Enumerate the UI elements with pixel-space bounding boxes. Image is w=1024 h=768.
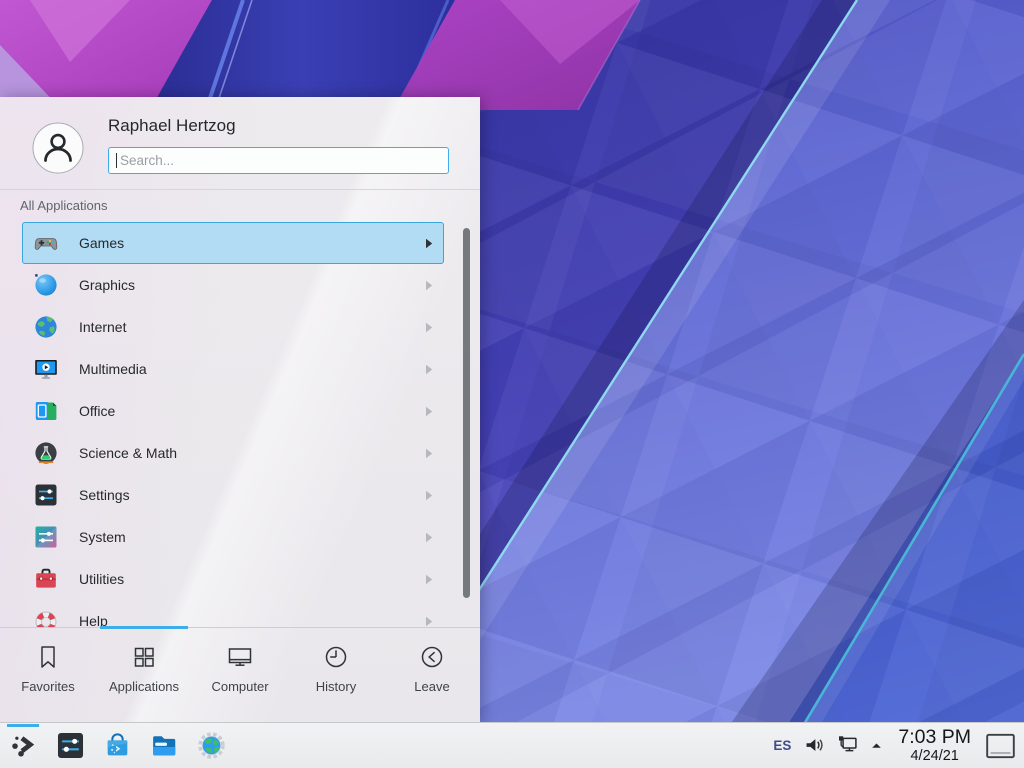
submenu-arrow-icon [425, 616, 433, 627]
section-label: All Applications [20, 198, 107, 213]
user-avatar[interactable] [32, 122, 84, 174]
submenu-arrow-icon [425, 238, 433, 249]
applications-icon [129, 642, 159, 672]
category-label: Help [79, 613, 108, 627]
category-row-help[interactable]: Help [22, 600, 444, 627]
taskbar-app-0[interactable] [53, 723, 87, 768]
multimedia-icon [33, 356, 59, 382]
submenu-arrow-icon [425, 448, 433, 459]
taskbar-app-2[interactable] [147, 723, 181, 768]
user-name: Raphael Hertzog [108, 116, 236, 136]
utilities-icon [33, 566, 59, 592]
category-row-science-math[interactable]: Science & Math [22, 432, 444, 474]
search-input[interactable] [108, 147, 449, 174]
app-launcher-menu: Raphael Hertzog All Applications Games G… [0, 97, 480, 722]
taskbar-app-1[interactable] [100, 723, 134, 768]
taskbar-app-3[interactable] [194, 723, 228, 768]
favorites-icon [33, 642, 63, 672]
submenu-arrow-icon [425, 364, 433, 375]
category-row-games[interactable]: Games [22, 222, 444, 264]
file-manager-icon [149, 730, 180, 761]
submenu-arrow-icon [425, 574, 433, 585]
show-desktop-icon [985, 732, 1016, 760]
desktop: Raphael Hertzog All Applications Games G… [0, 0, 1024, 768]
volume-button[interactable] [803, 734, 826, 757]
list-scrollbar[interactable] [463, 228, 470, 598]
discover-icon [102, 730, 133, 761]
tab-label: Leave [414, 679, 449, 694]
network-button[interactable] [836, 734, 859, 757]
submenu-arrow-icon [425, 532, 433, 543]
category-row-graphics[interactable]: Graphics [22, 264, 444, 306]
system-settings-icon [55, 730, 86, 761]
system-tray: ES 7:03 PM 4/24/21 [771, 728, 1016, 764]
tab-favorites[interactable]: Favorites [0, 628, 96, 722]
games-icon [33, 230, 59, 256]
show-desktop-button[interactable] [985, 732, 1016, 760]
digital-clock[interactable]: 7:03 PM 4/24/21 [898, 728, 971, 764]
submenu-arrow-icon [425, 280, 433, 291]
kde-launcher-icon [8, 730, 39, 761]
search-box [108, 147, 449, 174]
category-row-multimedia[interactable]: Multimedia [22, 348, 444, 390]
clock-date: 4/24/21 [898, 749, 971, 764]
submenu-arrow-icon [425, 490, 433, 501]
settings-icon [33, 482, 59, 508]
category-list: Games Graphics Internet Multimedia Offic… [0, 222, 480, 627]
category-row-settings[interactable]: Settings [22, 474, 444, 516]
clock-time: 7:03 PM [898, 728, 971, 748]
category-row-office[interactable]: Office [22, 390, 444, 432]
tab-label: Favorites [21, 679, 74, 694]
science-icon [33, 440, 59, 466]
history-icon [321, 642, 351, 672]
category-label: Internet [79, 319, 126, 335]
internet-icon [33, 314, 59, 340]
computer-icon [225, 642, 255, 672]
volume-icon [803, 734, 826, 757]
tab-label: Computer [211, 679, 268, 694]
category-label: Graphics [79, 277, 135, 293]
taskbar-panel: ES 7:03 PM 4/24/21 [0, 722, 1024, 768]
tab-label: History [316, 679, 356, 694]
submenu-arrow-icon [425, 406, 433, 417]
category-label: Settings [79, 487, 130, 503]
tab-computer[interactable]: Computer [192, 628, 288, 722]
keyboard-layout-indicator[interactable]: ES [771, 738, 793, 753]
web-browser-icon [196, 730, 227, 761]
category-label: Science & Math [79, 445, 177, 461]
chevron-up-icon [869, 738, 884, 753]
help-icon [33, 608, 59, 627]
graphics-icon [33, 272, 59, 298]
tab-applications[interactable]: Applications [96, 628, 192, 722]
tab-bar: Favorites Applications Computer History … [0, 627, 480, 722]
leave-icon [417, 642, 447, 672]
category-label: Multimedia [79, 361, 147, 377]
tab-leave[interactable]: Leave [384, 628, 480, 722]
category-row-internet[interactable]: Internet [22, 306, 444, 348]
category-label: Utilities [79, 571, 124, 587]
category-row-utilities[interactable]: Utilities [22, 558, 444, 600]
app-launcher-button[interactable] [6, 723, 40, 768]
submenu-arrow-icon [425, 322, 433, 333]
category-label: System [79, 529, 126, 545]
office-icon [33, 398, 59, 424]
system-icon [33, 524, 59, 550]
category-label: Games [79, 235, 124, 251]
category-row-system[interactable]: System [22, 516, 444, 558]
network-icon [836, 734, 859, 757]
tab-history[interactable]: History [288, 628, 384, 722]
tab-label: Applications [109, 679, 179, 694]
expand-tray-button[interactable] [869, 738, 884, 753]
launcher-header: Raphael Hertzog [0, 97, 480, 190]
category-label: Office [79, 403, 115, 419]
